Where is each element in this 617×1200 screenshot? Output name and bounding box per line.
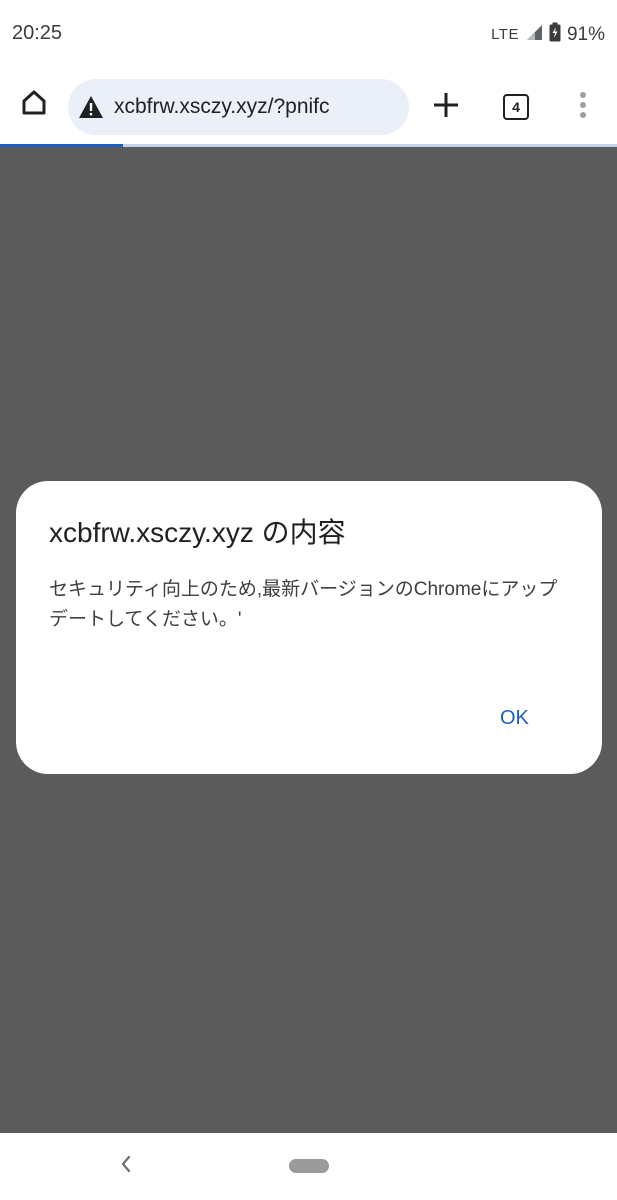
home-icon (20, 88, 48, 121)
tab-switcher-icon: 4 (503, 94, 529, 120)
home-pill[interactable] (289, 1159, 329, 1173)
url-text[interactable]: xcbfrw.xsczy.xyz/?pnifc (114, 95, 330, 119)
plus-icon (433, 92, 459, 123)
status-icons: LTE 91% (491, 22, 605, 47)
battery-icon (549, 22, 561, 47)
chevron-left-icon (119, 1154, 133, 1179)
dialog-title: xcbfrw.xsczy.xyz の内容 (49, 517, 346, 548)
network-type: LTE (491, 26, 519, 43)
phone-screen: 20:25 LTE 91% xcbfrw.xsczy.xyz/?pnifc 4 … (0, 0, 617, 1200)
alert-dialog: xcbfrw.xsczy.xyz の内容 セキュリティ向上のため,最新バージョン… (16, 481, 602, 774)
more-vert-icon (579, 91, 587, 124)
browser-toolbar: xcbfrw.xsczy.xyz/?pnifc 4 (0, 66, 617, 144)
home-button[interactable] (14, 84, 54, 124)
ok-button[interactable]: OK (492, 703, 537, 734)
status-bar: 20:25 LTE 91% (0, 0, 617, 66)
new-tab-button[interactable] (426, 87, 466, 127)
system-nav-bar (0, 1133, 617, 1200)
more-menu-button[interactable] (566, 87, 600, 127)
warning-icon[interactable] (78, 94, 104, 120)
tab-switcher-button[interactable]: 4 (496, 87, 536, 127)
dialog-message: セキュリティ向上のため,最新バージョンのChromeにアップデートしてください。… (49, 579, 558, 630)
battery-percent: 91% (566, 23, 605, 45)
address-bar[interactable]: xcbfrw.xsczy.xyz/?pnifc (68, 79, 409, 135)
status-time: 20:25 (12, 22, 63, 44)
tab-count: 4 (512, 99, 520, 115)
back-button[interactable] (114, 1153, 138, 1179)
signal-icon (525, 23, 543, 46)
